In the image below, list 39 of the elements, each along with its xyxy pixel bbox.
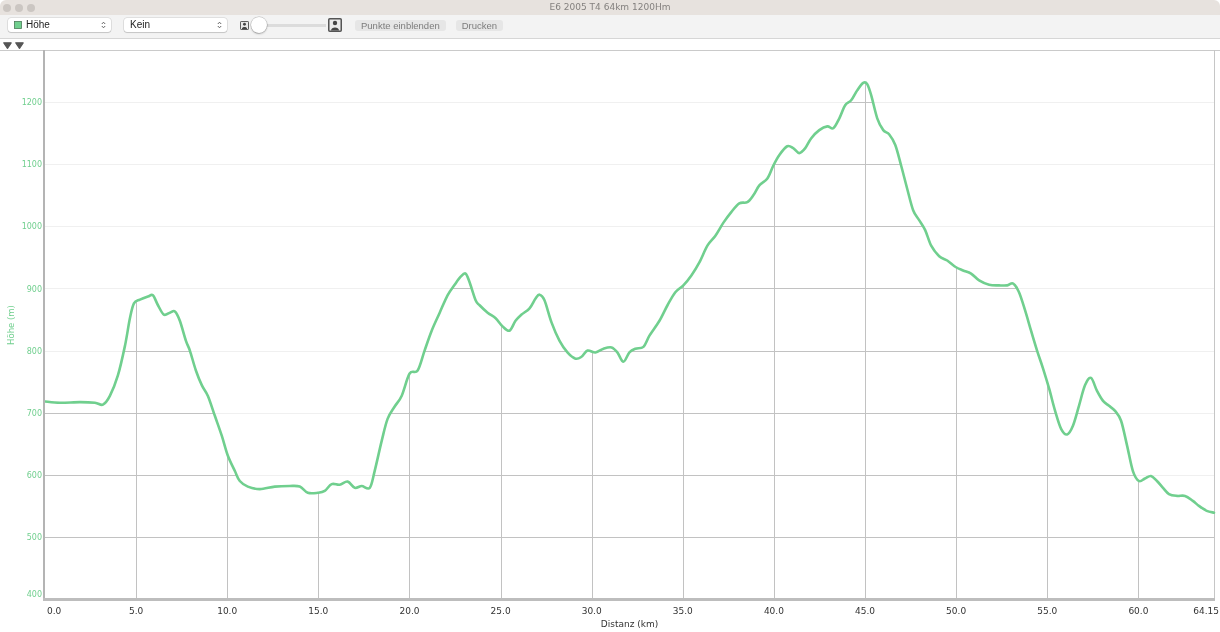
y-axis-title: Höhe (m)	[6, 305, 16, 345]
marker-icon[interactable]	[3, 42, 12, 49]
updown-chevron-icon	[217, 21, 222, 29]
large-portrait-icon[interactable]	[328, 18, 342, 32]
dropdown[interactable]: Kein	[124, 18, 227, 32]
x-tick-label: 45.0	[855, 606, 875, 616]
x-tick-label: 25.0	[490, 606, 511, 616]
x-tick-label: 50.0	[946, 606, 967, 616]
minimize-button[interactable]	[15, 3, 23, 12]
slider-thumb[interactable]	[251, 17, 267, 33]
window-title: E6 2005 T4 64km 1200Hm	[549, 2, 671, 13]
close-button[interactable]	[3, 3, 11, 12]
x-tick-label: 40.0	[763, 606, 784, 616]
y-tick-label: 1000	[21, 222, 42, 232]
y-tick-label: 600	[26, 470, 42, 480]
y-tick-label: 700	[26, 408, 42, 418]
x-tick-label: 10.0	[217, 606, 238, 616]
x-tick-label: 20.0	[399, 606, 420, 616]
x-tick-label: 15.0	[308, 606, 329, 616]
x-tick-label: 5.0	[128, 606, 144, 616]
x-tick-label: 64.15	[1193, 606, 1219, 616]
x-tick-label: 55.0	[1037, 606, 1058, 616]
x-tick-label: 30.0	[581, 606, 602, 616]
y-tick-label: 800	[26, 346, 42, 356]
small-portrait-icon[interactable]	[240, 20, 249, 30]
y-tick-label: 1100	[21, 160, 42, 170]
x-tick-label: 0.0	[47, 606, 62, 616]
x-axis-title: Distanz (km)	[600, 619, 659, 629]
updown-chevron-icon	[101, 21, 106, 29]
x-tick-label: 35.0	[672, 606, 693, 616]
zoom-button[interactable]	[27, 3, 35, 12]
slider-track[interactable]	[251, 17, 326, 33]
y-tick-label: 900	[26, 284, 42, 294]
y-tick-label: 500	[26, 532, 42, 542]
y-tick-label: 1200	[21, 98, 42, 108]
marker-icon[interactable]	[15, 42, 24, 49]
dropdown[interactable]: Höhe	[8, 18, 111, 32]
x-tick-label: 60.0	[1128, 606, 1149, 616]
y-tick-label: 400	[26, 590, 42, 599]
